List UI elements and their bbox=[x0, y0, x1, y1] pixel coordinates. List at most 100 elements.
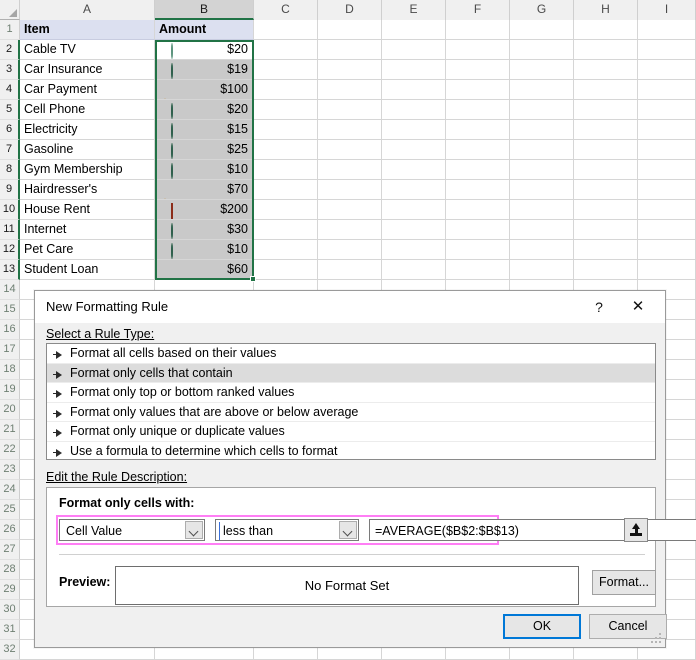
cell-G13[interactable] bbox=[510, 260, 574, 280]
row-header-24[interactable]: 24 bbox=[0, 480, 20, 500]
cell-A5[interactable]: Cell Phone bbox=[20, 100, 155, 120]
cell-I3[interactable] bbox=[638, 60, 696, 80]
cell-I10[interactable] bbox=[638, 200, 696, 220]
cell-A12[interactable]: Pet Care bbox=[20, 240, 155, 260]
cell-G9[interactable] bbox=[510, 180, 574, 200]
cell-A3[interactable]: Car Insurance bbox=[20, 60, 155, 80]
cell-G5[interactable] bbox=[510, 100, 574, 120]
cell-F4[interactable] bbox=[446, 80, 510, 100]
rule-type-listbox[interactable]: Format all cells based on their values Fo… bbox=[46, 343, 656, 460]
cell-D11[interactable] bbox=[318, 220, 382, 240]
cell-E10[interactable] bbox=[382, 200, 446, 220]
cell-C3[interactable] bbox=[254, 60, 318, 80]
cell-G1[interactable] bbox=[510, 20, 574, 40]
column-header-b[interactable]: B bbox=[155, 0, 254, 20]
ok-button[interactable]: OK bbox=[503, 614, 581, 639]
row-header-11[interactable]: 11 bbox=[0, 220, 20, 240]
cell-G2[interactable] bbox=[510, 40, 574, 60]
cell-E7[interactable] bbox=[382, 140, 446, 160]
new-formatting-rule-dialog[interactable]: New Formatting Rule ? ✕ Select a Rule Ty… bbox=[34, 290, 696, 648]
cell-D1[interactable] bbox=[318, 20, 382, 40]
cell-G6[interactable] bbox=[510, 120, 574, 140]
cell-H12[interactable] bbox=[574, 240, 638, 260]
cell-F12[interactable] bbox=[446, 240, 510, 260]
cell-C8[interactable] bbox=[254, 160, 318, 180]
chevron-down-icon[interactable] bbox=[339, 521, 357, 539]
cell-D3[interactable] bbox=[318, 60, 382, 80]
cell-H6[interactable] bbox=[574, 120, 638, 140]
cell-B12[interactable]: $10 bbox=[155, 240, 254, 260]
cell-F13[interactable] bbox=[446, 260, 510, 280]
help-icon[interactable]: ? bbox=[586, 295, 612, 319]
cell-H11[interactable] bbox=[574, 220, 638, 240]
cell-I7[interactable] bbox=[638, 140, 696, 160]
cell-I11[interactable] bbox=[638, 220, 696, 240]
cell-H4[interactable] bbox=[574, 80, 638, 100]
cell-F9[interactable] bbox=[446, 180, 510, 200]
cell-B1[interactable]: Amount bbox=[155, 20, 254, 40]
cell-D8[interactable] bbox=[318, 160, 382, 180]
row-header-19[interactable]: 19 bbox=[0, 380, 20, 400]
column-header-i[interactable]: I bbox=[638, 0, 696, 20]
cell-B11[interactable]: $30 bbox=[155, 220, 254, 240]
cell-B8[interactable]: $10 bbox=[155, 160, 254, 180]
cell-F6[interactable] bbox=[446, 120, 510, 140]
cell-I13[interactable] bbox=[638, 260, 696, 280]
cell-C11[interactable] bbox=[254, 220, 318, 240]
rule-type-item-3[interactable]: Format only values that are above or bel… bbox=[47, 403, 655, 422]
cell-E4[interactable] bbox=[382, 80, 446, 100]
cell-C4[interactable] bbox=[254, 80, 318, 100]
cell-I4[interactable] bbox=[638, 80, 696, 100]
operator-dropdown[interactable]: less than bbox=[215, 519, 359, 541]
cell-H8[interactable] bbox=[574, 160, 638, 180]
row-header-16[interactable]: 16 bbox=[0, 320, 20, 340]
row-header-17[interactable]: 17 bbox=[0, 340, 20, 360]
cell-B13[interactable]: $60 bbox=[155, 260, 254, 280]
cell-A9[interactable]: Hairdresser's bbox=[20, 180, 155, 200]
column-header-d[interactable]: D bbox=[318, 0, 382, 20]
select-all-corner[interactable] bbox=[0, 0, 20, 20]
cell-G10[interactable] bbox=[510, 200, 574, 220]
cell-D4[interactable] bbox=[318, 80, 382, 100]
column-header-e[interactable]: E bbox=[382, 0, 446, 20]
rule-type-item-1[interactable]: Format only cells that contain bbox=[47, 363, 655, 383]
rule-type-item-5[interactable]: Use a formula to determine which cells t… bbox=[47, 442, 655, 460]
cell-C10[interactable] bbox=[254, 200, 318, 220]
cell-B6[interactable]: $15 bbox=[155, 120, 254, 140]
cell-G3[interactable] bbox=[510, 60, 574, 80]
row-header-15[interactable]: 15 bbox=[0, 300, 20, 320]
row-header-8[interactable]: 8 bbox=[0, 160, 20, 180]
cell-E5[interactable] bbox=[382, 100, 446, 120]
cell-A8[interactable]: Gym Membership bbox=[20, 160, 155, 180]
cell-F11[interactable] bbox=[446, 220, 510, 240]
cell-F2[interactable] bbox=[446, 40, 510, 60]
cell-E1[interactable] bbox=[382, 20, 446, 40]
cell-A6[interactable]: Electricity bbox=[20, 120, 155, 140]
cell-G12[interactable] bbox=[510, 240, 574, 260]
row-header-30[interactable]: 30 bbox=[0, 600, 20, 620]
cell-E3[interactable] bbox=[382, 60, 446, 80]
cell-H9[interactable] bbox=[574, 180, 638, 200]
row-header-6[interactable]: 6 bbox=[0, 120, 20, 140]
row-header-3[interactable]: 3 bbox=[0, 60, 20, 80]
row-header-9[interactable]: 9 bbox=[0, 180, 20, 200]
cell-D2[interactable] bbox=[318, 40, 382, 60]
cell-H13[interactable] bbox=[574, 260, 638, 280]
row-header-26[interactable]: 26 bbox=[0, 520, 20, 540]
cell-C12[interactable] bbox=[254, 240, 318, 260]
cell-D13[interactable] bbox=[318, 260, 382, 280]
cell-B10[interactable]: $200 bbox=[155, 200, 254, 220]
cell-D7[interactable] bbox=[318, 140, 382, 160]
row-header-1[interactable]: 1 bbox=[0, 20, 20, 40]
cell-A10[interactable]: House Rent bbox=[20, 200, 155, 220]
cell-C5[interactable] bbox=[254, 100, 318, 120]
row-header-25[interactable]: 25 bbox=[0, 500, 20, 520]
row-header-13[interactable]: 13 bbox=[0, 260, 20, 280]
row-header-22[interactable]: 22 bbox=[0, 440, 20, 460]
cell-B9[interactable]: $70 bbox=[155, 180, 254, 200]
fill-handle[interactable] bbox=[250, 276, 256, 282]
row-header-23[interactable]: 23 bbox=[0, 460, 20, 480]
resize-grip[interactable] bbox=[651, 633, 663, 645]
cell-B5[interactable]: $20 bbox=[155, 100, 254, 120]
cell-C2[interactable] bbox=[254, 40, 318, 60]
